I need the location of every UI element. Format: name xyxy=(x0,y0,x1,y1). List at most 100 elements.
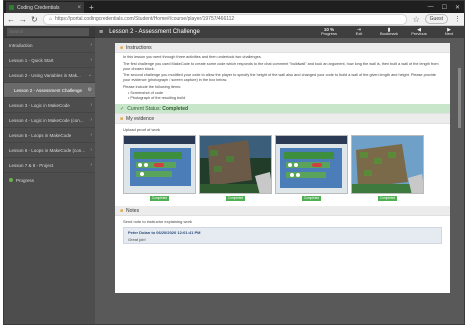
browser-tab[interactable]: Coding Credentials × xyxy=(6,2,84,13)
folder-icon: ■ xyxy=(120,115,124,122)
completed-badge: Completed xyxy=(302,196,321,202)
sidebar-item-lesson-2-assessment[interactable]: Lesson 2 - Assessment Challenge ⚙ xyxy=(4,83,95,98)
sidebar-item-label: Progress xyxy=(16,177,35,183)
settings-icon: ⚙ xyxy=(87,87,92,93)
course-sidebar: Introduction › Lesson 1 - Quick Start › … xyxy=(4,26,95,324)
search-input[interactable] xyxy=(7,27,89,36)
lesson-toolbar: ≡ Lesson 2 - Assessment Challenge 10 % P… xyxy=(95,26,464,38)
next-label: Next xyxy=(444,31,454,36)
sidebar-item-label: Lesson 7 & 8 - Project xyxy=(9,162,54,168)
chevron-right-icon: › xyxy=(90,147,92,153)
star-icon[interactable]: ☆ xyxy=(413,15,420,24)
instructions-paragraph: The first challenge you used MakeCode to… xyxy=(123,61,439,71)
site-favicon-icon xyxy=(9,5,14,10)
menu-icon[interactable]: ⋮ xyxy=(454,15,461,23)
evidence-item[interactable]: Completed xyxy=(123,135,196,202)
sidebar-item-lesson-5[interactable]: Lesson 5 - Loops in MakeCode › xyxy=(4,128,95,143)
progress-label: Progress xyxy=(320,31,337,36)
instructions-paragraph: Please include the following items: xyxy=(123,84,182,89)
evidence-item[interactable]: Completed xyxy=(275,135,348,202)
tab-strip: Coding Credentials × + — ☐ ✕ xyxy=(4,1,464,13)
instructions-list: • Screenshot of code • Photograph of the… xyxy=(115,90,450,101)
completed-badge: Completed xyxy=(150,196,169,202)
sidebar-item-label: Lesson 3 - Logic in MakeCode xyxy=(9,102,70,108)
chevron-right-icon: › xyxy=(90,42,92,48)
next-button[interactable]: ▶ Next xyxy=(434,27,464,37)
sidebar-item-label: Lesson 2 - Using Variables in Mak... xyxy=(9,72,81,78)
app-area: Introduction › Lesson 1 - Quick Start › … xyxy=(4,26,464,324)
instructions-paragraph: The second challenge you modified your c… xyxy=(123,73,437,83)
bookmark-label: Bookmark xyxy=(379,31,398,36)
note-author: Peter Dolan to 06/20/2020 12:01:41 PM xyxy=(128,230,201,236)
notes-title: Notes xyxy=(126,207,140,214)
forward-icon[interactable]: → xyxy=(19,15,27,24)
window-controls: — ☐ ✕ xyxy=(428,4,464,11)
status-value: Completed xyxy=(162,105,189,112)
browser-window: Coding Credentials × + — ☐ ✕ ← → ↻ ⌂ htt… xyxy=(3,0,465,325)
minimize-icon[interactable]: — xyxy=(428,4,434,11)
sidebar-item-progress[interactable]: Progress xyxy=(4,173,95,187)
notes-header: ■ Notes xyxy=(115,206,450,217)
sidebar-item-lesson-2[interactable]: Lesson 2 - Using Variables in Mak... ⌄ xyxy=(4,68,95,83)
previous-button[interactable]: ◀ Previous xyxy=(404,27,434,37)
sidebar-item-label: Lesson 4 - Logic in MakeCode (con... xyxy=(9,117,84,123)
exit-label: Exit xyxy=(355,31,363,36)
scrollbar[interactable] xyxy=(458,68,461,128)
evidence-title: My evidence xyxy=(126,115,155,122)
address-bar: ← → ↻ ⌂ https://portal.codingcredentials… xyxy=(4,13,464,26)
back-icon[interactable]: ← xyxy=(7,15,15,24)
profile-button[interactable]: Guest xyxy=(424,14,448,24)
code-screenshot-thumbnail[interactable] xyxy=(123,135,196,195)
sidebar-item-label: Introduction xyxy=(9,42,33,48)
code-screenshot-thumbnail[interactable] xyxy=(275,135,348,195)
note-body: Great job! xyxy=(128,237,146,243)
sidebar-item-lesson-4[interactable]: Lesson 4 - Logic in MakeCode (con... › xyxy=(4,113,95,128)
folder-icon: ■ xyxy=(120,44,124,51)
url-text: https://portal.codingcredentials.com/Stu… xyxy=(55,16,235,22)
folder-icon: ■ xyxy=(120,207,124,214)
completed-badge: Completed xyxy=(226,196,245,202)
list-item: • Photograph of the resulting build xyxy=(128,95,186,100)
lesson-title: Lesson 2 - Assessment Challenge xyxy=(109,29,200,35)
sidebar-item-lesson-7-8[interactable]: Lesson 7 & 8 - Project › xyxy=(4,158,95,173)
evidence-instructions: Upload proof of work xyxy=(123,127,160,133)
evidence-gallery: Completed Completed Completed Completed xyxy=(115,135,450,202)
instructions-title: Instructions xyxy=(126,44,152,51)
completed-badge: Completed xyxy=(378,196,397,202)
reload-icon[interactable]: ↻ xyxy=(31,15,38,24)
tab-title: Coding Credentials xyxy=(17,4,60,11)
note-entry: Peter Dolan to 06/20/2020 12:01:41 PM Gr… xyxy=(123,227,442,245)
sidebar-item-label: Lesson 5 - Loops in MakeCode xyxy=(9,132,72,138)
sidebar-item-lesson-1[interactable]: Lesson 1 - Quick Start › xyxy=(4,53,95,68)
instructions-paragraph: In this lesson you went through three ac… xyxy=(123,55,262,59)
instructions-header: ■ Instructions xyxy=(115,43,450,53)
url-field[interactable]: ⌂ https://portal.codingcredentials.com/S… xyxy=(43,13,407,25)
evidence-item[interactable]: Completed xyxy=(199,135,272,202)
build-photo-thumbnail[interactable] xyxy=(199,135,272,195)
chevron-right-icon: › xyxy=(90,102,92,108)
new-tab-button[interactable]: + xyxy=(89,3,94,12)
close-icon[interactable]: × xyxy=(77,5,81,11)
sidebar-item-lesson-3[interactable]: Lesson 3 - Logic in MakeCode › xyxy=(4,98,95,113)
chevron-right-icon: › xyxy=(90,162,92,168)
exit-button[interactable]: ⇥ Exit xyxy=(344,27,374,37)
sidebar-item-lesson-6[interactable]: Lesson 6 - Loops in MakeCode (con... › xyxy=(4,143,95,158)
bookmark-button[interactable]: ▮ Bookmark xyxy=(374,27,404,37)
close-window-icon[interactable]: ✕ xyxy=(455,4,460,11)
status-label: Current Status: xyxy=(127,105,161,112)
sidebar-item-label: Lesson 6 - Loops in MakeCode (con... xyxy=(9,147,86,153)
check-icon: ✓ xyxy=(120,105,125,112)
evidence-header: ■ My evidence xyxy=(115,114,450,125)
sidebar-item-introduction[interactable]: Introduction › xyxy=(4,38,95,53)
maximize-icon[interactable]: ☐ xyxy=(442,4,447,11)
chevron-right-icon: › xyxy=(90,117,92,123)
previous-label: Previous xyxy=(411,31,427,36)
build-photo-thumbnail[interactable] xyxy=(351,135,424,195)
sidebar-search xyxy=(4,26,95,38)
evidence-item[interactable]: Completed xyxy=(351,135,424,202)
hamburger-menu-icon[interactable]: ≡ xyxy=(99,29,103,36)
notes-instructions: Send note to instructor explaining work xyxy=(123,219,192,225)
progress-indicator: 10 % Progress xyxy=(314,27,344,37)
sidebar-item-label: Lesson 1 - Quick Start xyxy=(9,57,54,63)
lesson-panel: ■ Instructions In this lesson you went t… xyxy=(115,43,450,293)
